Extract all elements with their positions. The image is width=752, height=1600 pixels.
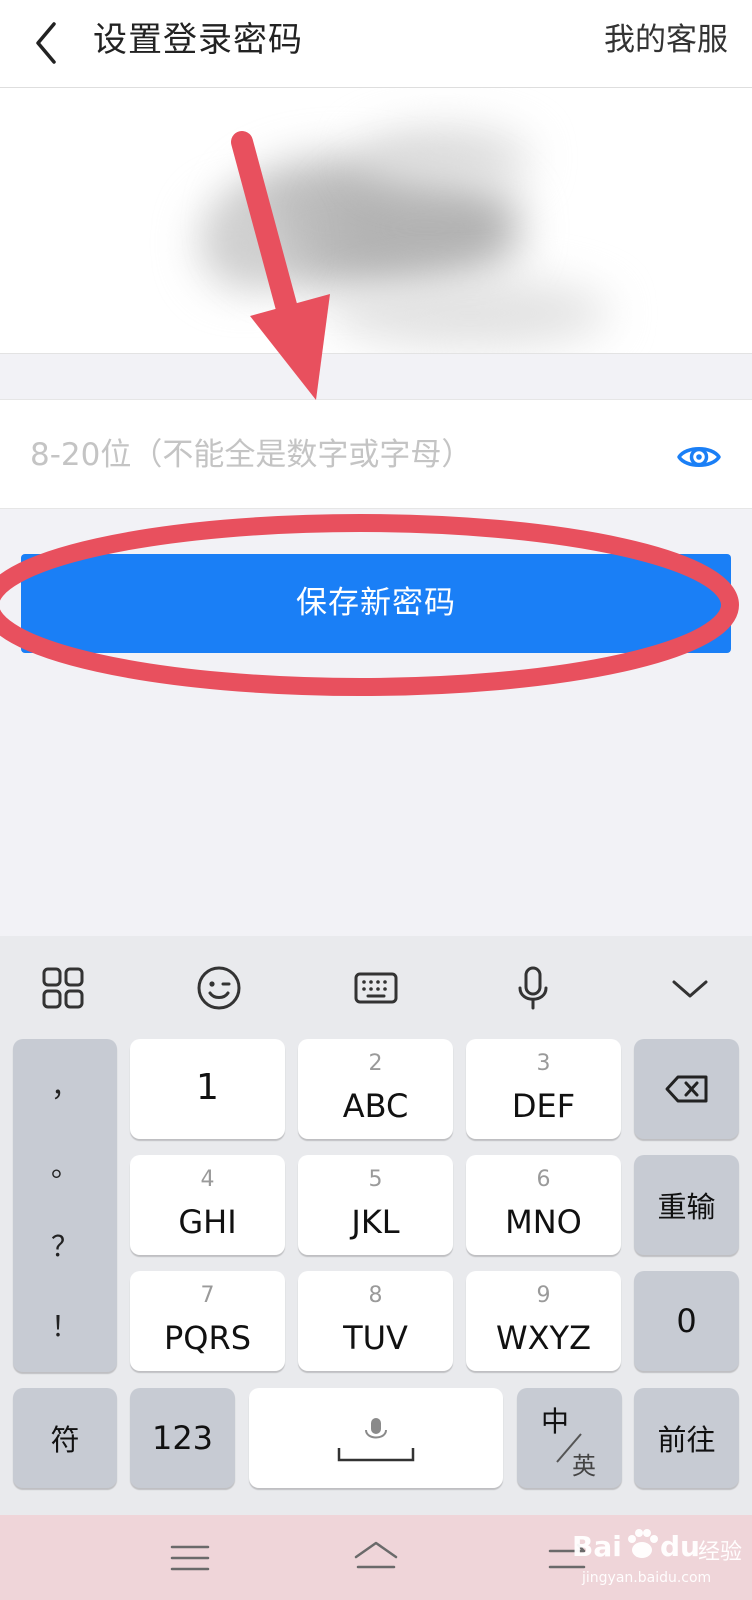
customer-service-link[interactable]: 我的客服 — [604, 20, 728, 60]
comma-label: ， — [50, 1070, 79, 1103]
go-key[interactable]: 前往 — [634, 1388, 739, 1488]
microphone-icon[interactable] — [503, 958, 563, 1018]
space-mic-icon — [337, 1418, 415, 1462]
home-icon[interactable] — [348, 1533, 404, 1583]
header-bar: 设置登录密码 我的客服 — [0, 0, 752, 88]
eye-icon[interactable] — [676, 434, 722, 480]
exclamation-label: ！ — [50, 1310, 79, 1343]
key-6-mno[interactable]: 6 MNO — [466, 1155, 621, 1255]
key-4-ghi[interactable]: 4 GHI — [130, 1155, 285, 1255]
backspace-icon — [634, 1039, 739, 1139]
password-input[interactable] — [30, 428, 650, 482]
key-0[interactable]: 0 — [634, 1271, 739, 1371]
language-switch-key[interactable]: 中 英 — [517, 1388, 622, 1488]
save-new-password-button[interactable]: 保存新密码 — [21, 554, 731, 653]
numbers-key[interactable]: 123 — [130, 1388, 235, 1488]
reinput-key[interactable]: 重输 — [634, 1155, 739, 1255]
baidu-paw-icon — [628, 1529, 658, 1558]
page-title: 设置登录密码 — [93, 20, 303, 60]
key-3-def[interactable]: 3 DEF — [466, 1039, 621, 1139]
emoji-icon[interactable] — [189, 958, 249, 1018]
blurred-account-area — [0, 88, 752, 354]
backspace-key[interactable] — [634, 1039, 739, 1139]
collapse-icon[interactable] — [660, 958, 720, 1018]
period-label: 。 — [50, 1150, 79, 1183]
password-row — [0, 399, 752, 509]
question-label: ？ — [50, 1230, 79, 1263]
key-1[interactable]: 1 — [130, 1039, 285, 1139]
menu-icon[interactable] — [162, 1533, 218, 1583]
punctuation-key[interactable]: ， 。 ？ ！ — [13, 1039, 117, 1372]
space-key[interactable] — [249, 1388, 503, 1488]
keyboard-icon[interactable] — [346, 958, 406, 1018]
keyboard: ， 。 ？ ！ 1 2 ABC 3 DEF 4 GHI 5 JKL 6 MNO … — [0, 936, 752, 1515]
baidu-jingyan-watermark: Bai du 经验 jingyan.baidu.com — [572, 1520, 752, 1595]
key-9-wxyz[interactable]: 9 WXYZ — [466, 1271, 621, 1371]
key-8-tuv[interactable]: 8 TUV — [298, 1271, 453, 1371]
key-5-jkl[interactable]: 5 JKL — [298, 1155, 453, 1255]
symbols-key[interactable]: 符 — [13, 1388, 117, 1488]
key-7-pqrs[interactable]: 7 PQRS — [130, 1271, 285, 1371]
back-arrow-icon[interactable] — [28, 18, 68, 68]
grid-icon[interactable] — [33, 958, 93, 1018]
key-2-abc[interactable]: 2 ABC — [298, 1039, 453, 1139]
